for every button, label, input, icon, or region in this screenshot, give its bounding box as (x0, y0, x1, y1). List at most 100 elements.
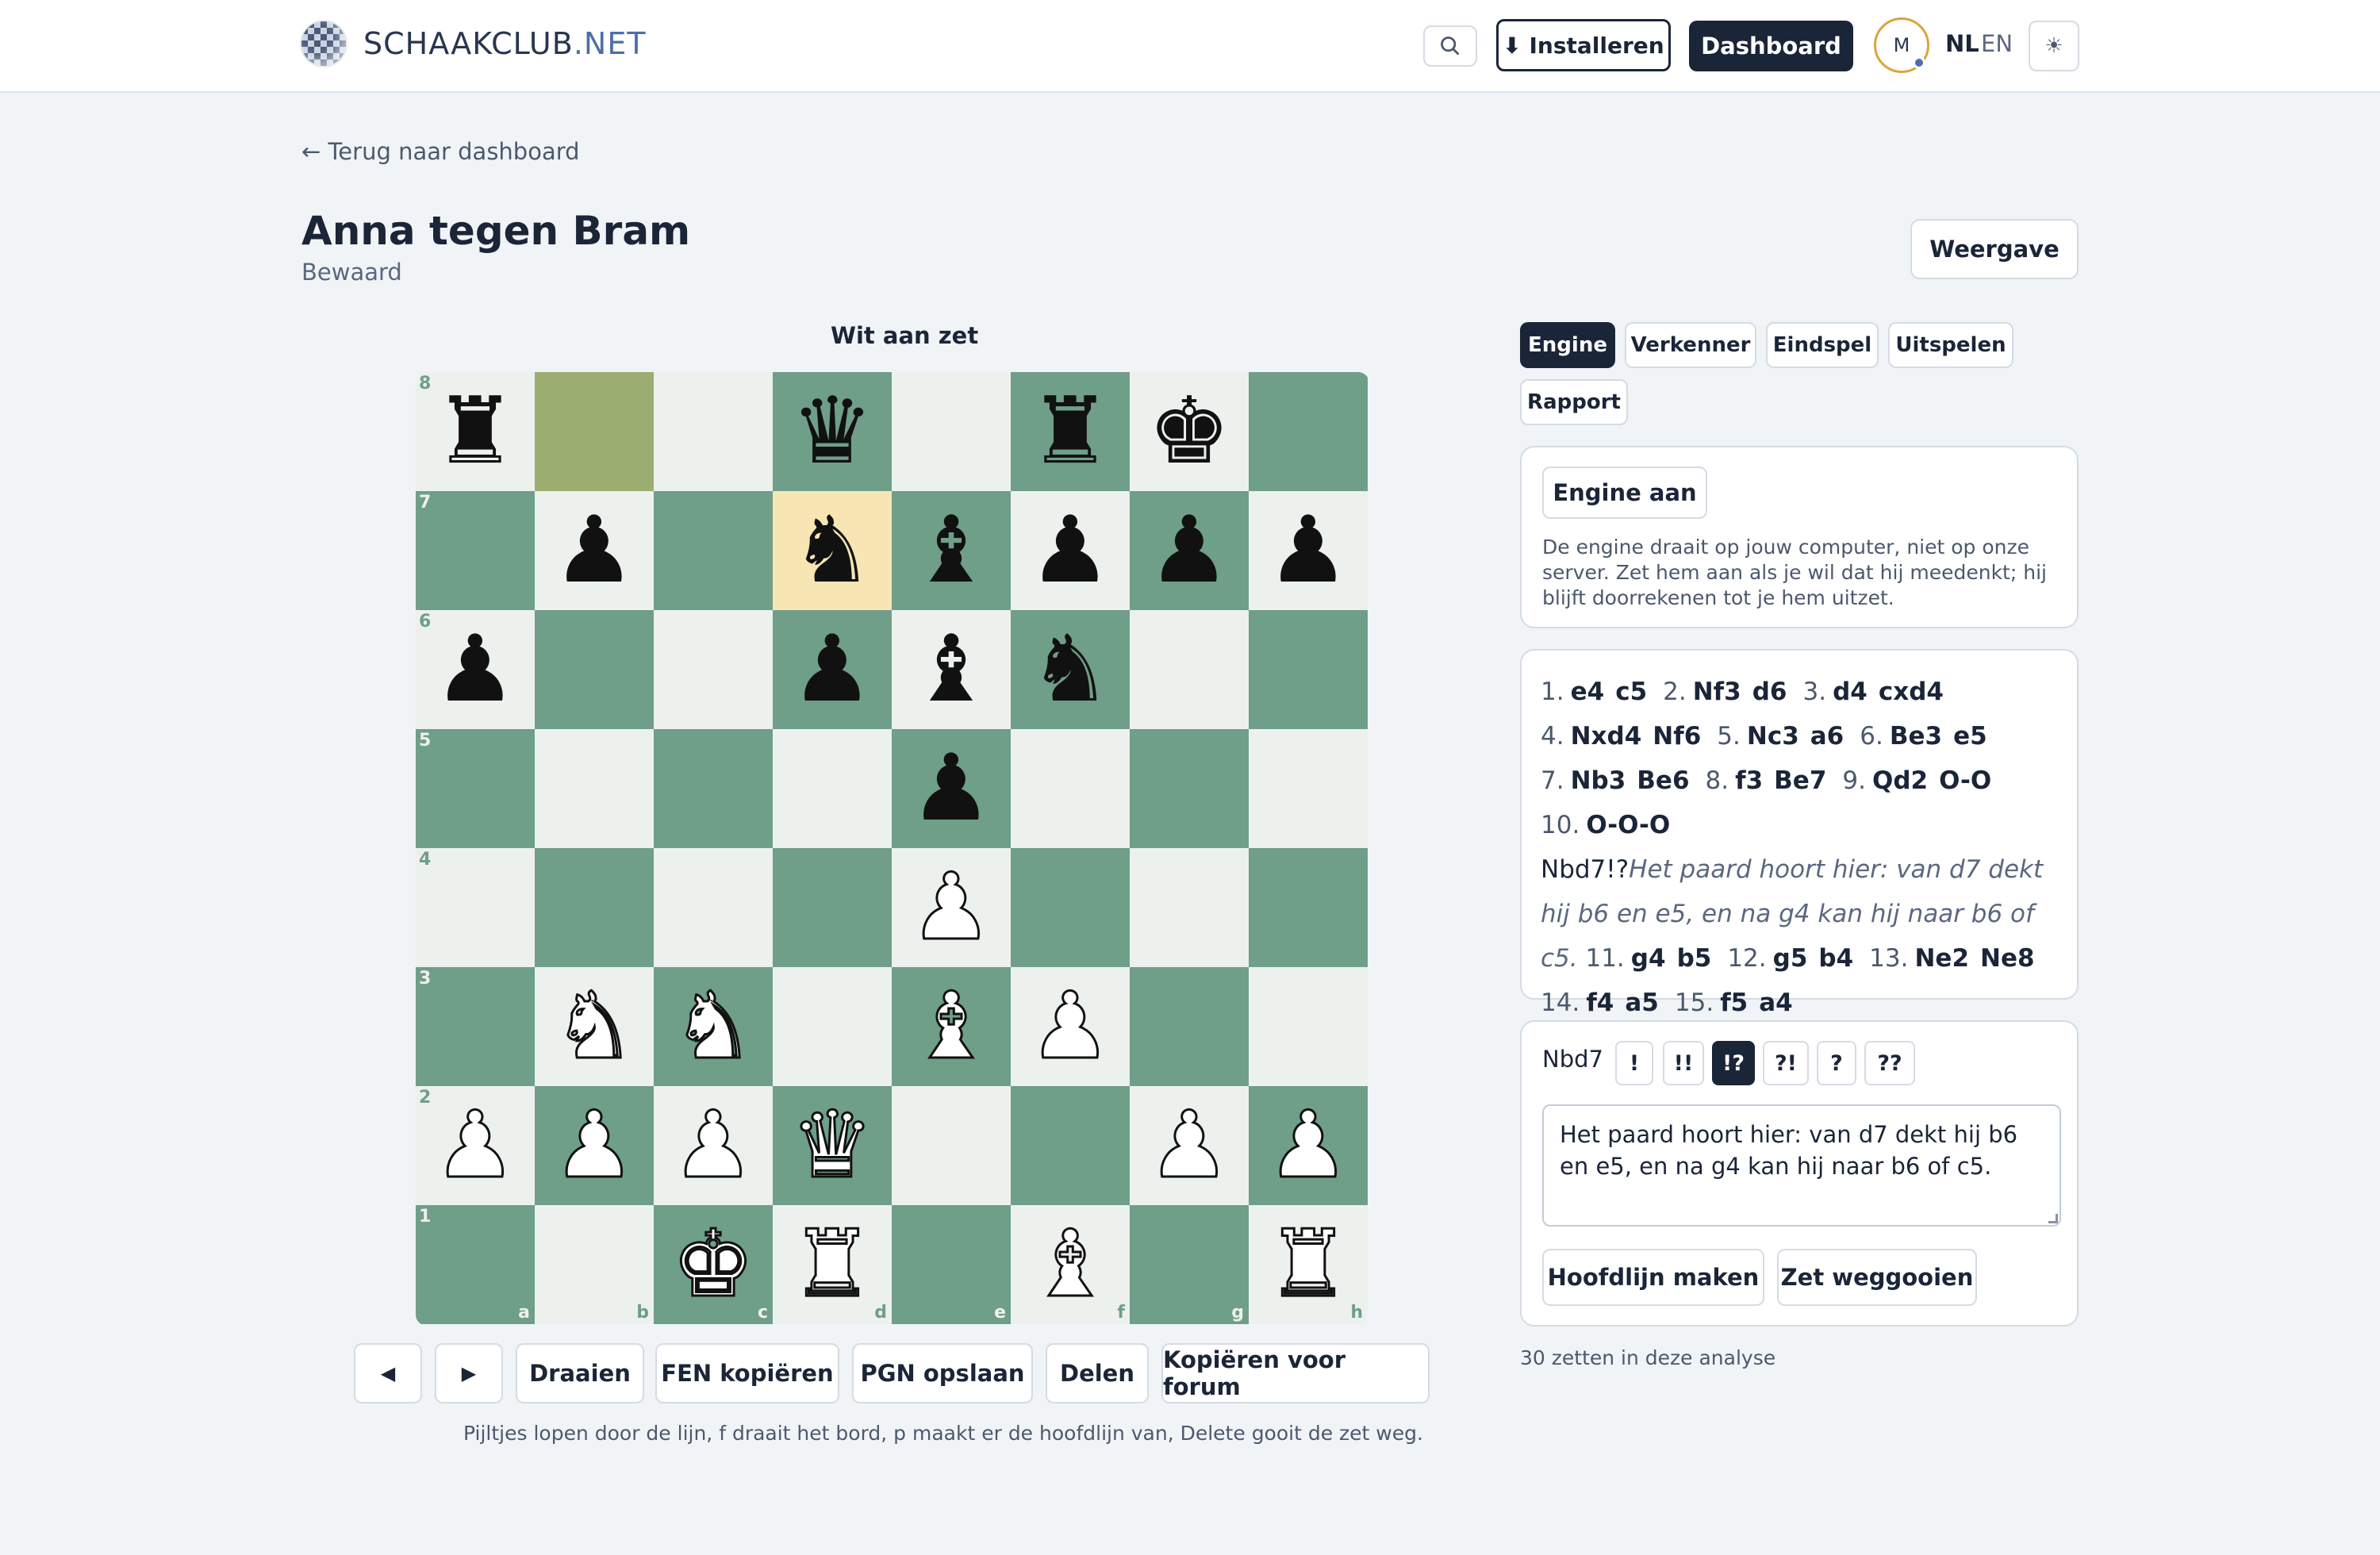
black-pawn-icon[interactable]: ♟ (553, 505, 635, 597)
white-knight-icon[interactable]: ♞ (671, 979, 756, 1073)
black-bishop-icon[interactable]: ♝ (910, 624, 992, 716)
install-button[interactable]: ⬇ Installeren (1496, 19, 1671, 71)
square-f3[interactable]: ♟ (1011, 967, 1130, 1086)
prev-move-button[interactable]: ◀ (354, 1343, 422, 1403)
move-white[interactable]: Nf3 (1693, 678, 1741, 706)
square-f6[interactable]: ♞ (1011, 610, 1130, 729)
square-c1[interactable]: c ♚ (654, 1205, 773, 1324)
search-button[interactable] (1423, 25, 1477, 67)
black-bishop-icon[interactable]: ♝ (910, 505, 992, 597)
square-b3[interactable]: ♞ (535, 967, 654, 1086)
square-f2[interactable] (1011, 1086, 1130, 1205)
nag-mistake-button[interactable]: ? (1817, 1041, 1856, 1085)
square-f4[interactable] (1011, 848, 1130, 967)
white-bishop-icon[interactable]: ♝ (1028, 1217, 1113, 1311)
square-e3[interactable]: ♝ (892, 967, 1011, 1086)
move-black[interactable]: cxd4 (1879, 678, 1944, 706)
move-black[interactable]: c5 (1615, 678, 1647, 706)
black-pawn-icon[interactable]: ♟ (1267, 505, 1349, 597)
square-b1[interactable]: b (535, 1205, 654, 1324)
move-black[interactable]: Nbd7!? (1541, 855, 1629, 884)
square-b6[interactable] (535, 610, 654, 729)
tab-playout[interactable]: Uitspelen (1888, 322, 2013, 368)
move-white[interactable]: Qd2 (1872, 766, 1928, 795)
square-e7[interactable]: ♝ (892, 491, 1011, 610)
square-b5[interactable] (535, 729, 654, 848)
square-d1[interactable]: d ♜ (773, 1205, 892, 1324)
square-e1[interactable]: e (892, 1205, 1011, 1324)
lang-en[interactable]: EN (1981, 30, 2013, 57)
square-d3[interactable] (773, 967, 892, 1086)
square-b2[interactable]: ♟ (535, 1086, 654, 1205)
square-g7[interactable]: ♟ (1130, 491, 1249, 610)
white-queen-icon[interactable]: ♛ (790, 1098, 875, 1192)
view-button[interactable]: Weergave (1910, 219, 2079, 279)
move-black[interactable]: b5 (1677, 944, 1712, 973)
square-f7[interactable]: ♟ (1011, 491, 1130, 610)
move-black[interactable]: d6 (1752, 678, 1787, 706)
square-d6[interactable]: ♟ (773, 610, 892, 729)
move-black[interactable]: a6 (1810, 722, 1844, 751)
white-bishop-icon[interactable]: ♝ (909, 979, 994, 1073)
square-e5[interactable]: ♟ (892, 729, 1011, 848)
nag-good-button[interactable]: ! (1615, 1041, 1653, 1085)
move-black[interactable]: Nf6 (1653, 722, 1701, 751)
chess-board[interactable]: 8 ♜ ♛ ♜ ♚ 7 ♟ ♞ ♝ ♟ ♟ ♟ 6 ♟ ♟ ♝ ♞ 5 ♟ 4 ♟ 3 ♞ ♞ ♝ ♟ 2 ♟ ♟ ♟ ♛ ♟ ♟ 1 a b c ♚ d ♜… (416, 372, 1369, 1326)
nag-brilliant-button[interactable]: !! (1663, 1041, 1704, 1085)
square-g1[interactable]: g (1130, 1205, 1249, 1324)
white-pawn-icon[interactable]: ♟ (1266, 1098, 1351, 1192)
dashboard-button[interactable]: Dashboard (1689, 21, 1853, 71)
square-d2[interactable]: ♛ (773, 1086, 892, 1205)
black-pawn-icon[interactable]: ♟ (910, 743, 992, 835)
black-knight-icon[interactable]: ♞ (1029, 624, 1111, 716)
square-b8[interactable] (535, 372, 654, 491)
black-rook-icon[interactable]: ♜ (1029, 386, 1111, 478)
copy-forum-button[interactable]: Kopiëren voor forum (1161, 1343, 1430, 1403)
tab-engine[interactable]: Engine (1520, 322, 1615, 368)
white-pawn-icon[interactable]: ♟ (671, 1098, 756, 1192)
black-knight-icon[interactable]: ♞ (791, 505, 873, 597)
square-h1[interactable]: h ♜ (1249, 1205, 1368, 1324)
black-king-icon[interactable]: ♚ (1148, 386, 1230, 478)
square-a6[interactable]: 6 ♟ (416, 610, 535, 729)
square-a8[interactable]: 8 ♜ (416, 372, 535, 491)
square-a4[interactable]: 4 (416, 848, 535, 967)
move-black[interactable]: e5 (1953, 722, 1987, 751)
white-pawn-icon[interactable]: ♟ (909, 860, 994, 954)
move-white[interactable]: g4 (1631, 944, 1666, 973)
move-black[interactable]: O-O (1939, 766, 1991, 795)
tab-explorer[interactable]: Verkenner (1625, 322, 1756, 368)
white-pawn-icon[interactable]: ♟ (1147, 1098, 1232, 1192)
black-pawn-icon[interactable]: ♟ (434, 624, 516, 716)
square-f1[interactable]: f ♝ (1011, 1205, 1130, 1324)
white-pawn-icon[interactable]: ♟ (1028, 979, 1113, 1073)
lang-nl[interactable]: NL (1945, 30, 1979, 57)
theme-toggle-button[interactable]: ☀ (2029, 21, 2079, 71)
square-b4[interactable] (535, 848, 654, 967)
square-e4[interactable]: ♟ (892, 848, 1011, 967)
white-knight-icon[interactable]: ♞ (552, 979, 637, 1073)
square-h5[interactable] (1249, 729, 1368, 848)
black-queen-icon[interactable]: ♛ (791, 386, 873, 478)
white-pawn-icon[interactable]: ♟ (433, 1098, 518, 1192)
move-black[interactable]: Be7 (1774, 766, 1826, 795)
square-a1[interactable]: 1a (416, 1205, 535, 1324)
square-g2[interactable]: ♟ (1130, 1086, 1249, 1205)
square-g4[interactable] (1130, 848, 1249, 967)
square-f5[interactable] (1011, 729, 1130, 848)
square-e8[interactable] (892, 372, 1011, 491)
square-g8[interactable]: ♚ (1130, 372, 1249, 491)
square-h3[interactable] (1249, 967, 1368, 1086)
square-d8[interactable]: ♛ (773, 372, 892, 491)
make-mainline-button[interactable]: Hoofdlijn maken (1542, 1249, 1764, 1306)
copy-fen-button[interactable]: FEN kopiëren (655, 1343, 839, 1403)
square-d7[interactable]: ♞ (773, 491, 892, 610)
square-a2[interactable]: 2 ♟ (416, 1086, 535, 1205)
move-white[interactable]: f3 (1735, 766, 1763, 795)
square-f8[interactable]: ♜ (1011, 372, 1130, 491)
white-rook-icon[interactable]: ♜ (790, 1217, 875, 1311)
square-h4[interactable] (1249, 848, 1368, 967)
nag-dubious-button[interactable]: ?! (1763, 1041, 1809, 1085)
square-d4[interactable] (773, 848, 892, 967)
move-white[interactable]: Nc3 (1747, 722, 1799, 751)
